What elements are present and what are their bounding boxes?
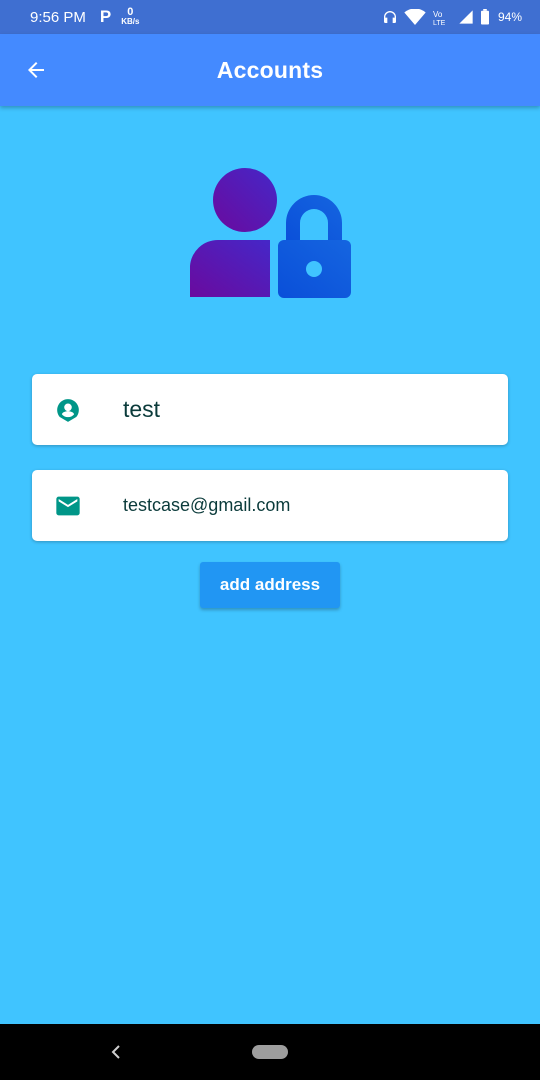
accounts-screen: 9:56 PM P 0 KB/s Vo LTE 94% Accounts tes…: [0, 0, 540, 1080]
headset-icon: [382, 9, 398, 25]
profile-name: test: [123, 396, 161, 422]
net-speed-value: 0: [127, 6, 134, 18]
battery-icon: [480, 9, 490, 25]
name-card: test: [32, 374, 508, 445]
profile-email: testcase@gmail.com: [123, 495, 291, 515]
volte-icon: Vo LTE: [432, 8, 452, 26]
back-button[interactable]: [20, 54, 52, 86]
signal-icon: [458, 9, 474, 25]
user-lock-icon: [186, 166, 354, 300]
email-icon: [54, 492, 82, 520]
carrier-icon: P: [99, 7, 112, 26]
net-speed-unit: KB/s: [121, 17, 140, 26]
status-time: 9:56 PM: [30, 8, 86, 26]
net-speed: 0 KB/s: [121, 6, 140, 27]
arrow-left-icon: [28, 62, 44, 78]
page-title: Accounts: [216, 56, 324, 83]
nav-back-icon[interactable]: [106, 1042, 126, 1062]
nav-home-pill[interactable]: [252, 1045, 288, 1059]
account-circle-icon: [54, 396, 82, 424]
status-icons: Vo LTE 94%: [382, 8, 522, 26]
battery-percent: 94%: [497, 10, 522, 24]
app-bar: Accounts: [0, 34, 540, 106]
system-nav-bar: [0, 1024, 540, 1080]
svg-text:Vo: Vo: [433, 10, 443, 19]
svg-text:LTE: LTE: [433, 20, 446, 26]
status-bar: 9:56 PM P 0 KB/s Vo LTE 94%: [0, 0, 540, 34]
wifi-icon: [404, 9, 426, 25]
add-address-button[interactable]: add address: [200, 562, 340, 608]
email-card: testcase@gmail.com: [32, 470, 508, 541]
